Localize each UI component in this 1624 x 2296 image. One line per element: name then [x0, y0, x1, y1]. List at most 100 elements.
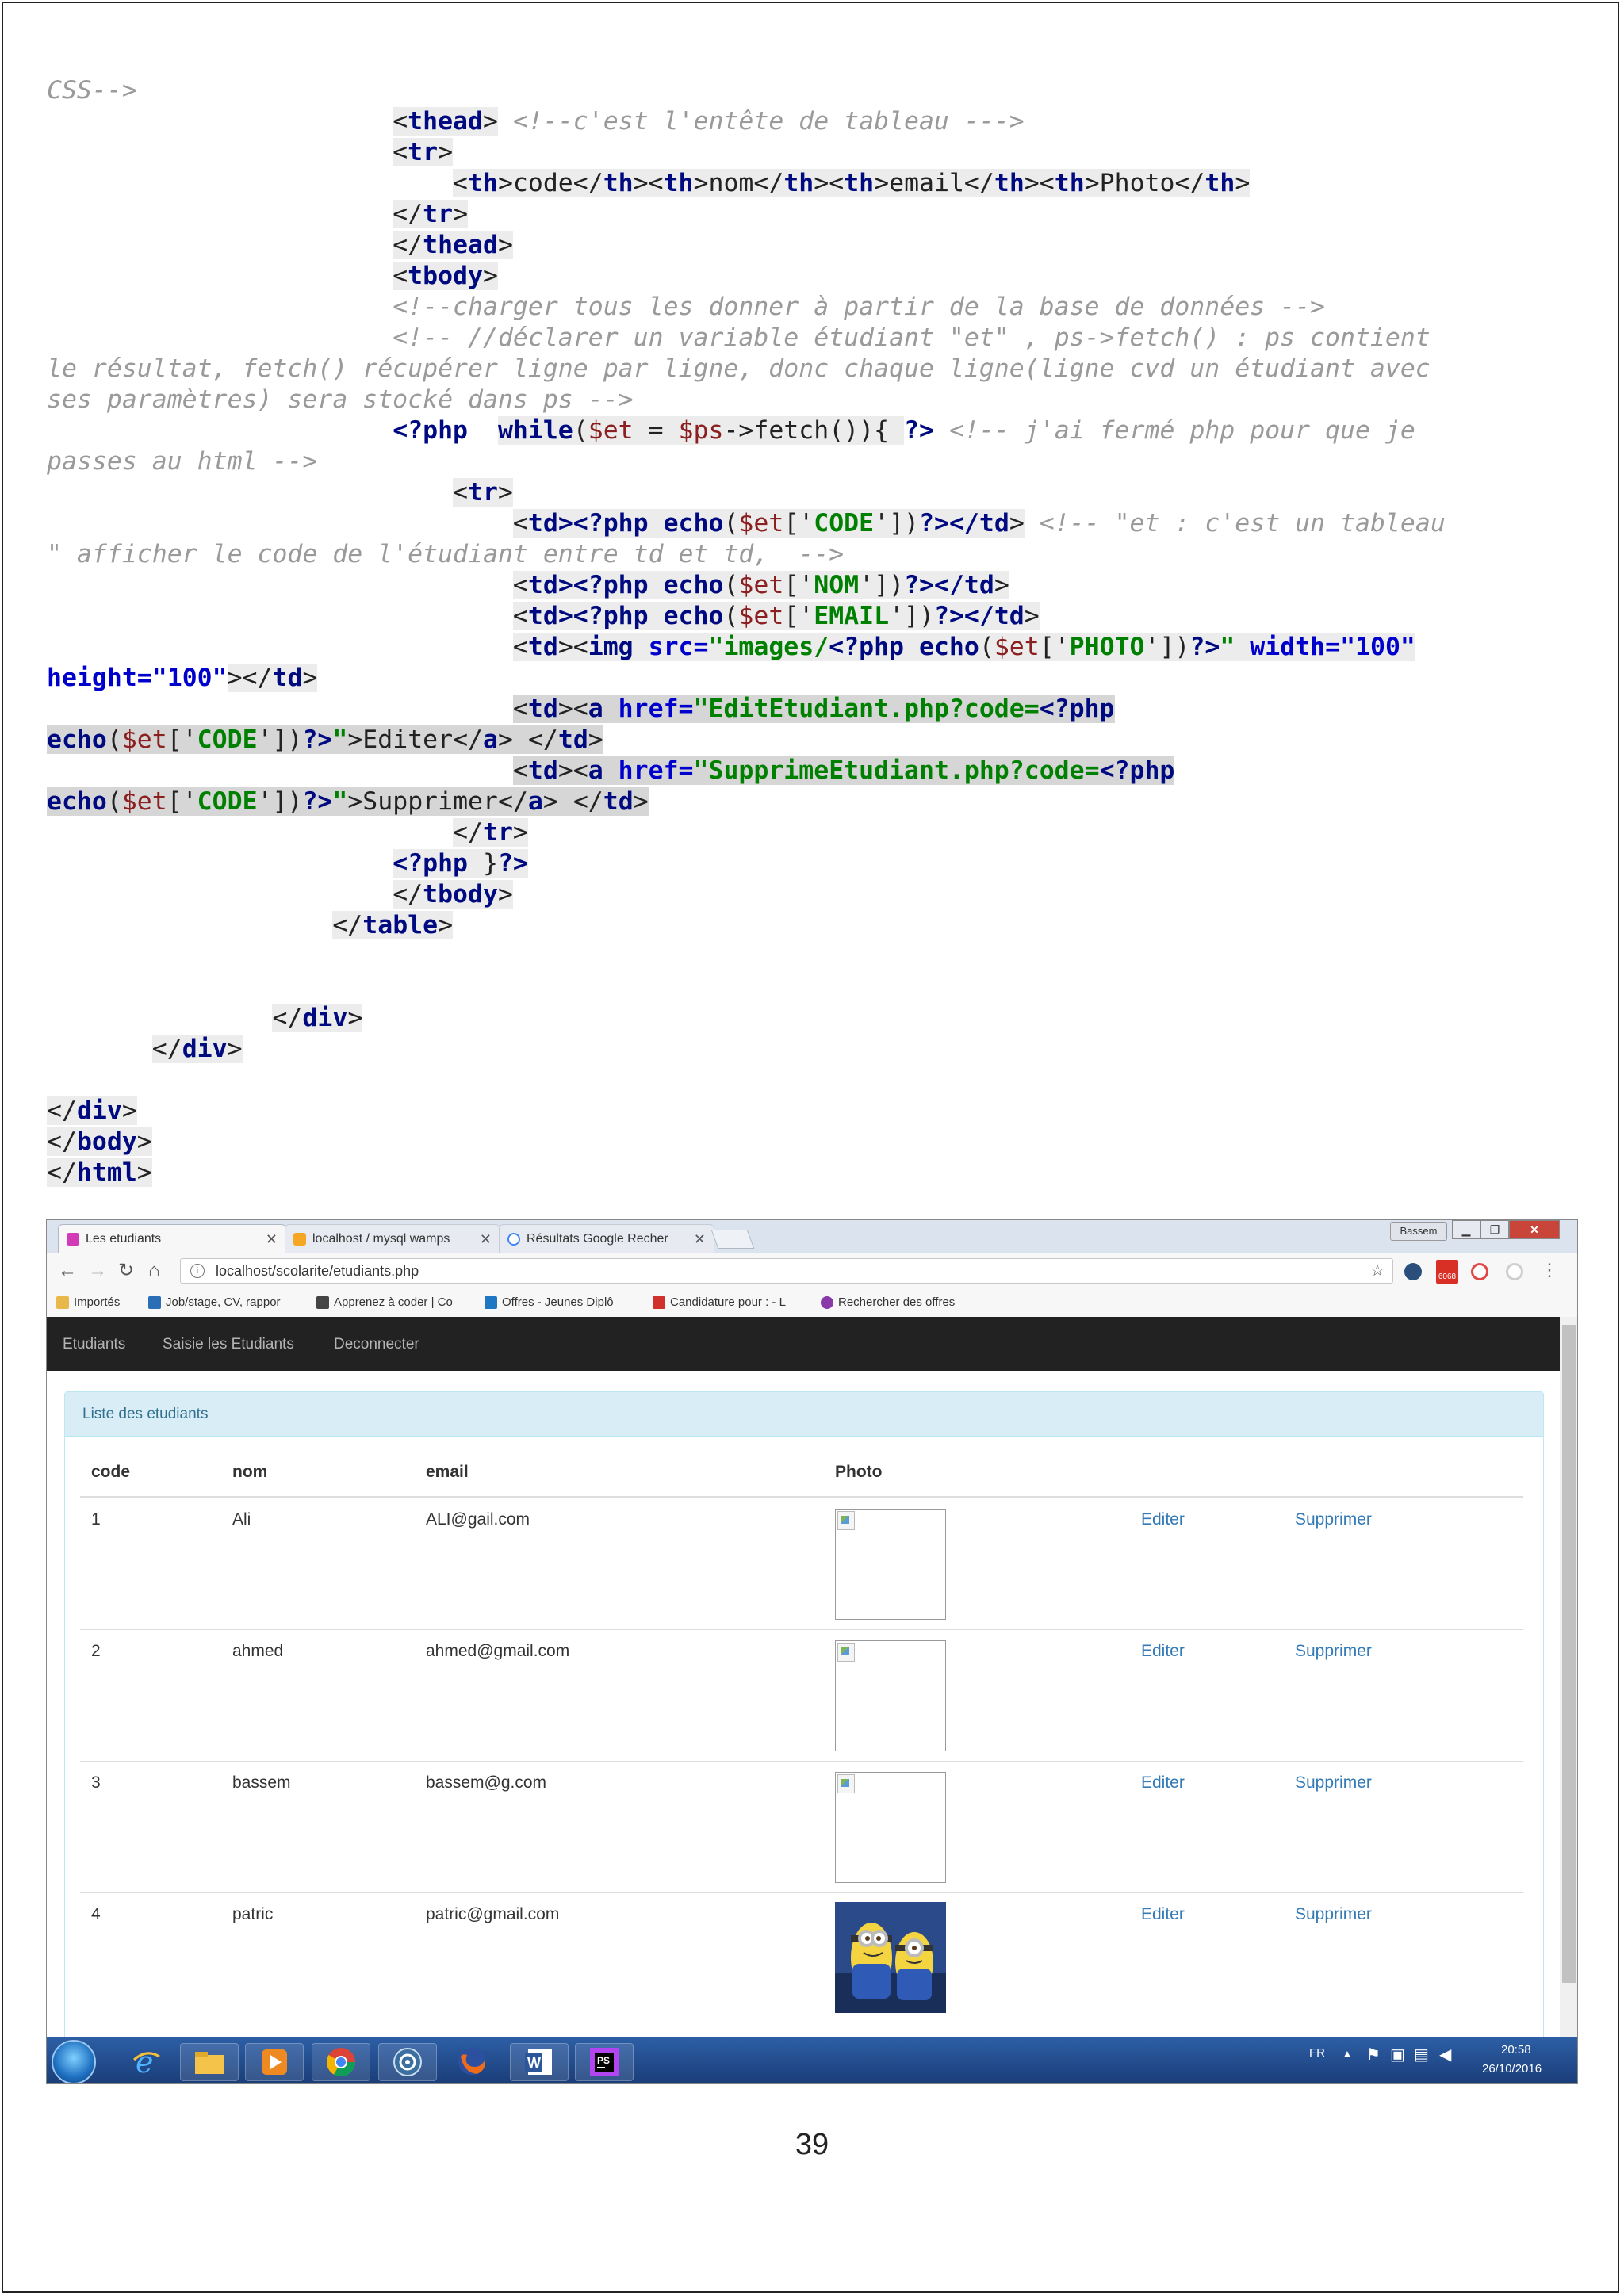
tab-google[interactable]: Résultats Google Recher ✕	[499, 1224, 714, 1253]
forward-arrow-icon[interactable]: →	[88, 1261, 107, 1281]
chrome-icon[interactable]	[312, 2043, 370, 2081]
bookmark-icon	[485, 1295, 497, 1309]
code-token: (	[106, 787, 122, 816]
code-token: (	[723, 602, 739, 630]
word-icon[interactable]: W	[510, 2043, 569, 2081]
nav-saisie[interactable]: Saisie les Etudiants	[163, 1336, 294, 1353]
code-token: CODE	[814, 509, 875, 538]
code-line: le résultat, fetch() récupérer ligne par…	[47, 354, 1593, 385]
ie-icon[interactable]: e	[118, 2043, 175, 2080]
back-arrow-icon[interactable]: ←	[58, 1261, 77, 1281]
network-icon[interactable]: ▤	[1414, 2045, 1429, 2064]
reload-icon[interactable]: ↻	[118, 1261, 134, 1281]
code-token: '])	[874, 509, 920, 538]
language-indicator[interactable]: FR	[1309, 2046, 1325, 2060]
code-token: $et	[588, 416, 634, 445]
bookmark-apprenez[interactable]: Apprenez à coder | Co	[316, 1295, 453, 1309]
code-token: body	[76, 1127, 137, 1156]
gmail-icon[interactable]: 6068	[1436, 1260, 1458, 1284]
url-input[interactable]: i localhost/scolarite/etudiants.php ☆	[180, 1258, 1393, 1284]
code-token: > </	[542, 787, 603, 816]
maximize-button[interactable]: ❐	[1480, 1220, 1509, 1239]
cell-code: 2	[91, 1642, 101, 1660]
delete-link[interactable]: Supprimer	[1295, 1905, 1372, 1924]
clock-date[interactable]: 26/10/2016	[1482, 2062, 1542, 2076]
code-token: </	[393, 231, 423, 259]
phpstorm-icon[interactable]: PS	[575, 2043, 634, 2081]
nav-deconnecter[interactable]: Deconnecter	[334, 1336, 419, 1353]
edit-link[interactable]: Editer	[1141, 1510, 1185, 1529]
new-tab-button[interactable]	[710, 1230, 755, 1249]
bookmark-offres[interactable]: Offres - Jeunes Diplô	[485, 1295, 614, 1309]
bookmark-label: Apprenez à coder | Co	[334, 1295, 453, 1309]
tab-les-etudiants[interactable]: Les etudiants ✕	[58, 1224, 286, 1253]
star-icon[interactable]: ☆	[1370, 1259, 1385, 1283]
code-token: <	[393, 262, 408, 290]
power-icon[interactable]: ▣	[1390, 2045, 1405, 2064]
start-button[interactable]	[52, 2040, 96, 2083]
extension-icon[interactable]	[1506, 1263, 1523, 1280]
tray-expand-icon[interactable]: ▲	[1342, 2048, 1352, 2059]
close-tab-icon[interactable]: ✕	[694, 1231, 706, 1248]
info-icon[interactable]: i	[190, 1264, 205, 1278]
close-tab-icon[interactable]: ✕	[480, 1231, 492, 1248]
code-token: <	[512, 695, 528, 723]
flag-icon[interactable]: ⚑	[1366, 2045, 1381, 2064]
code-token: le résultat, fetch() récupérer ligne par…	[47, 354, 1431, 383]
menu-icon[interactable]: ⋮	[1541, 1260, 1558, 1280]
delete-link[interactable]: Supprimer	[1295, 1642, 1372, 1661]
firefox-icon[interactable]	[443, 2043, 500, 2080]
code-token: tr	[423, 200, 454, 228]
edit-link[interactable]: Editer	[1141, 1642, 1185, 1661]
code-token: th	[603, 169, 634, 197]
explorer-icon[interactable]	[180, 2043, 239, 2081]
adblock-icon[interactable]	[1471, 1263, 1488, 1280]
header-divider	[80, 1496, 1523, 1498]
code-token: ?></	[904, 571, 964, 599]
scrollbar-thumb[interactable]	[1562, 1325, 1576, 1983]
minimize-button[interactable]: ▁	[1452, 1220, 1480, 1239]
close-tab-icon[interactable]: ✕	[266, 1231, 278, 1248]
code-token: </	[332, 911, 363, 939]
row-divider	[80, 1761, 1523, 1762]
edit-link[interactable]: Editer	[1141, 1905, 1185, 1924]
scrollbar[interactable]	[1560, 1317, 1577, 2040]
delete-link[interactable]: Supprimer	[1295, 1510, 1372, 1529]
word-letter: W	[527, 2055, 541, 2071]
bookmark-job[interactable]: Job/stage, CV, rappor	[148, 1295, 281, 1309]
code-token: td	[527, 695, 558, 723]
bookmark-importes[interactable]: Importés	[56, 1295, 120, 1309]
tab-phpmyadmin[interactable]: localhost / mysql wamps ✕	[285, 1224, 500, 1253]
tab-label: localhost / mysql wamps	[312, 1232, 450, 1246]
cell-email: bassem@g.com	[426, 1774, 547, 1792]
bookmark-candidature[interactable]: Candidature pour : - L	[653, 1295, 786, 1309]
code-token: td	[557, 725, 588, 754]
code-token: div	[182, 1035, 228, 1063]
home-icon[interactable]: ⌂	[148, 1261, 160, 1281]
volume-icon[interactable]: ◀	[1439, 2045, 1451, 2064]
clock-time[interactable]: 20:58	[1501, 2043, 1531, 2057]
code-token: img	[588, 633, 634, 661]
close-window-button[interactable]: ✕	[1509, 1220, 1560, 1239]
code-token: td	[527, 756, 558, 785]
row-divider	[80, 1892, 1523, 1893]
code-listing: CSS--> <thead> <!--c'est l'entête de tab…	[47, 75, 1593, 1188]
edit-link[interactable]: Editer	[1141, 1774, 1185, 1793]
nav-etudiants[interactable]: Etudiants	[63, 1336, 125, 1353]
delete-link[interactable]: Supprimer	[1295, 1774, 1372, 1793]
webcam-app-icon[interactable]	[378, 2043, 437, 2081]
user-badge[interactable]: Bassem	[1390, 1222, 1447, 1241]
code-line: <td><?php echo($et['EMAIL'])?></td>	[47, 601, 1593, 632]
globe-extension-icon[interactable]	[1404, 1263, 1422, 1280]
code-token: <	[393, 107, 408, 136]
bookmark-rechercher[interactable]: Rechercher des offres	[821, 1295, 955, 1309]
code-line: <td><a href="SupprimeEtudiant.php?code=<…	[47, 756, 1593, 786]
code-line: passes au html -->	[47, 446, 1593, 477]
col-header-email: email	[426, 1463, 469, 1481]
media-player-icon[interactable]	[245, 2043, 304, 2081]
